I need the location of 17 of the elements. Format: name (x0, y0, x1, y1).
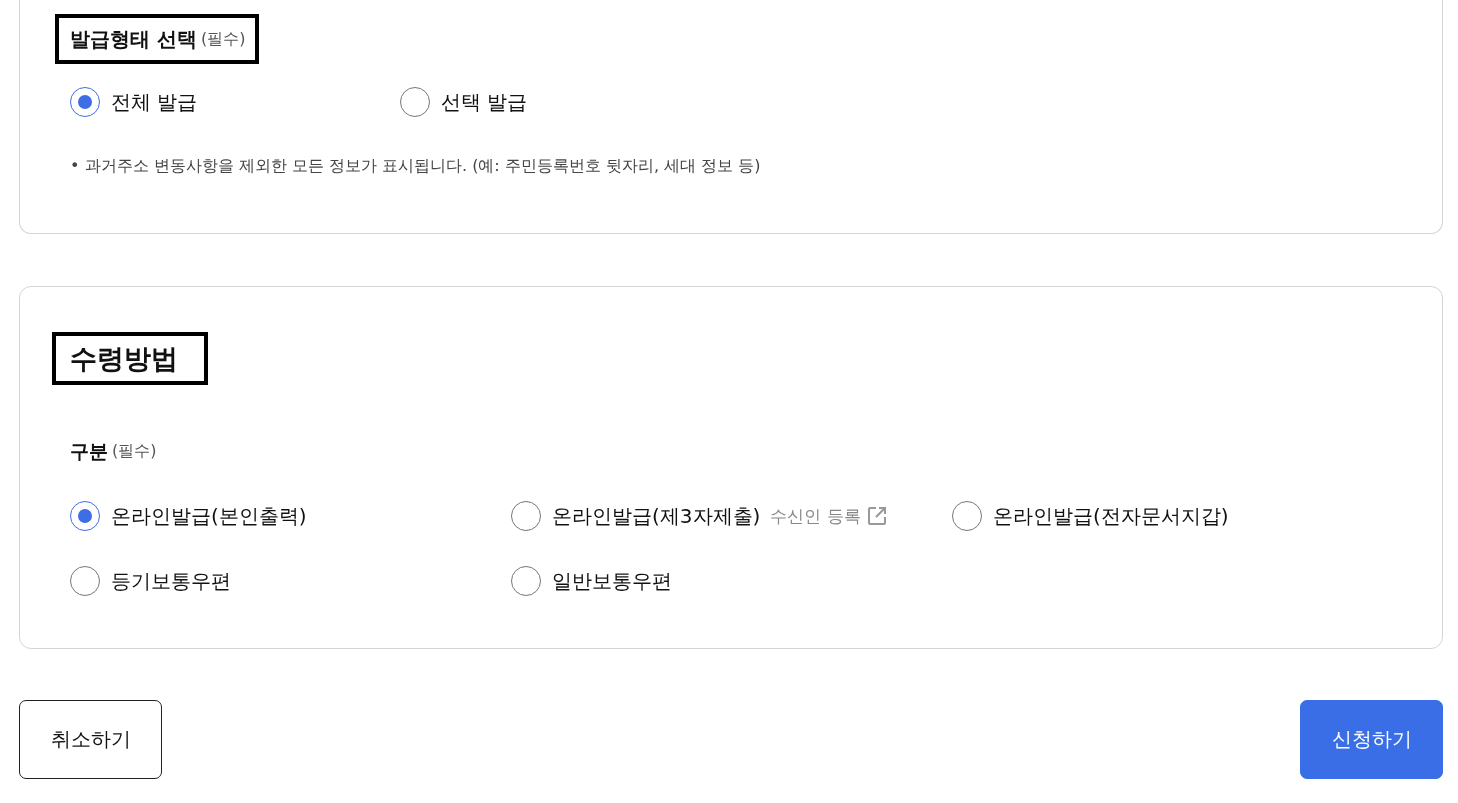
info-note: • 과거주소 변동사항을 제외한 모든 정보가 표시됩니다. (예: 주민등록번호 뒷자리, 세대 정보 등) (70, 155, 761, 177)
required-label: (필수) (112, 441, 157, 461)
radio-option[interactable]: 등기보통우편 (70, 566, 511, 596)
required-label: (필수) (200, 29, 246, 49)
submit-button[interactable]: 신청하기 (1300, 700, 1443, 779)
radio-option[interactable]: 온라인발급(전자문서지갑) (952, 501, 1393, 531)
radio-option[interactable]: 온라인발급(제3자제출) 수신인 등록 (511, 501, 952, 531)
radio-option[interactable]: 전체 발급 (70, 87, 400, 117)
section-heading: 수령방법 (52, 332, 208, 385)
radio-option[interactable]: 일반보통우편 (511, 566, 952, 596)
recipient-register-link[interactable]: 수신인 등록 (770, 501, 887, 531)
field-label: 구분 (70, 439, 108, 464)
external-link-icon (866, 506, 887, 526)
radio-option[interactable]: 선택 발급 (400, 87, 730, 117)
section-heading: 발급형태 선택 (필수) (55, 14, 260, 64)
radio-option[interactable]: 온라인발급(본인출력) (70, 501, 511, 531)
cancel-button[interactable]: 취소하기 (19, 700, 162, 779)
